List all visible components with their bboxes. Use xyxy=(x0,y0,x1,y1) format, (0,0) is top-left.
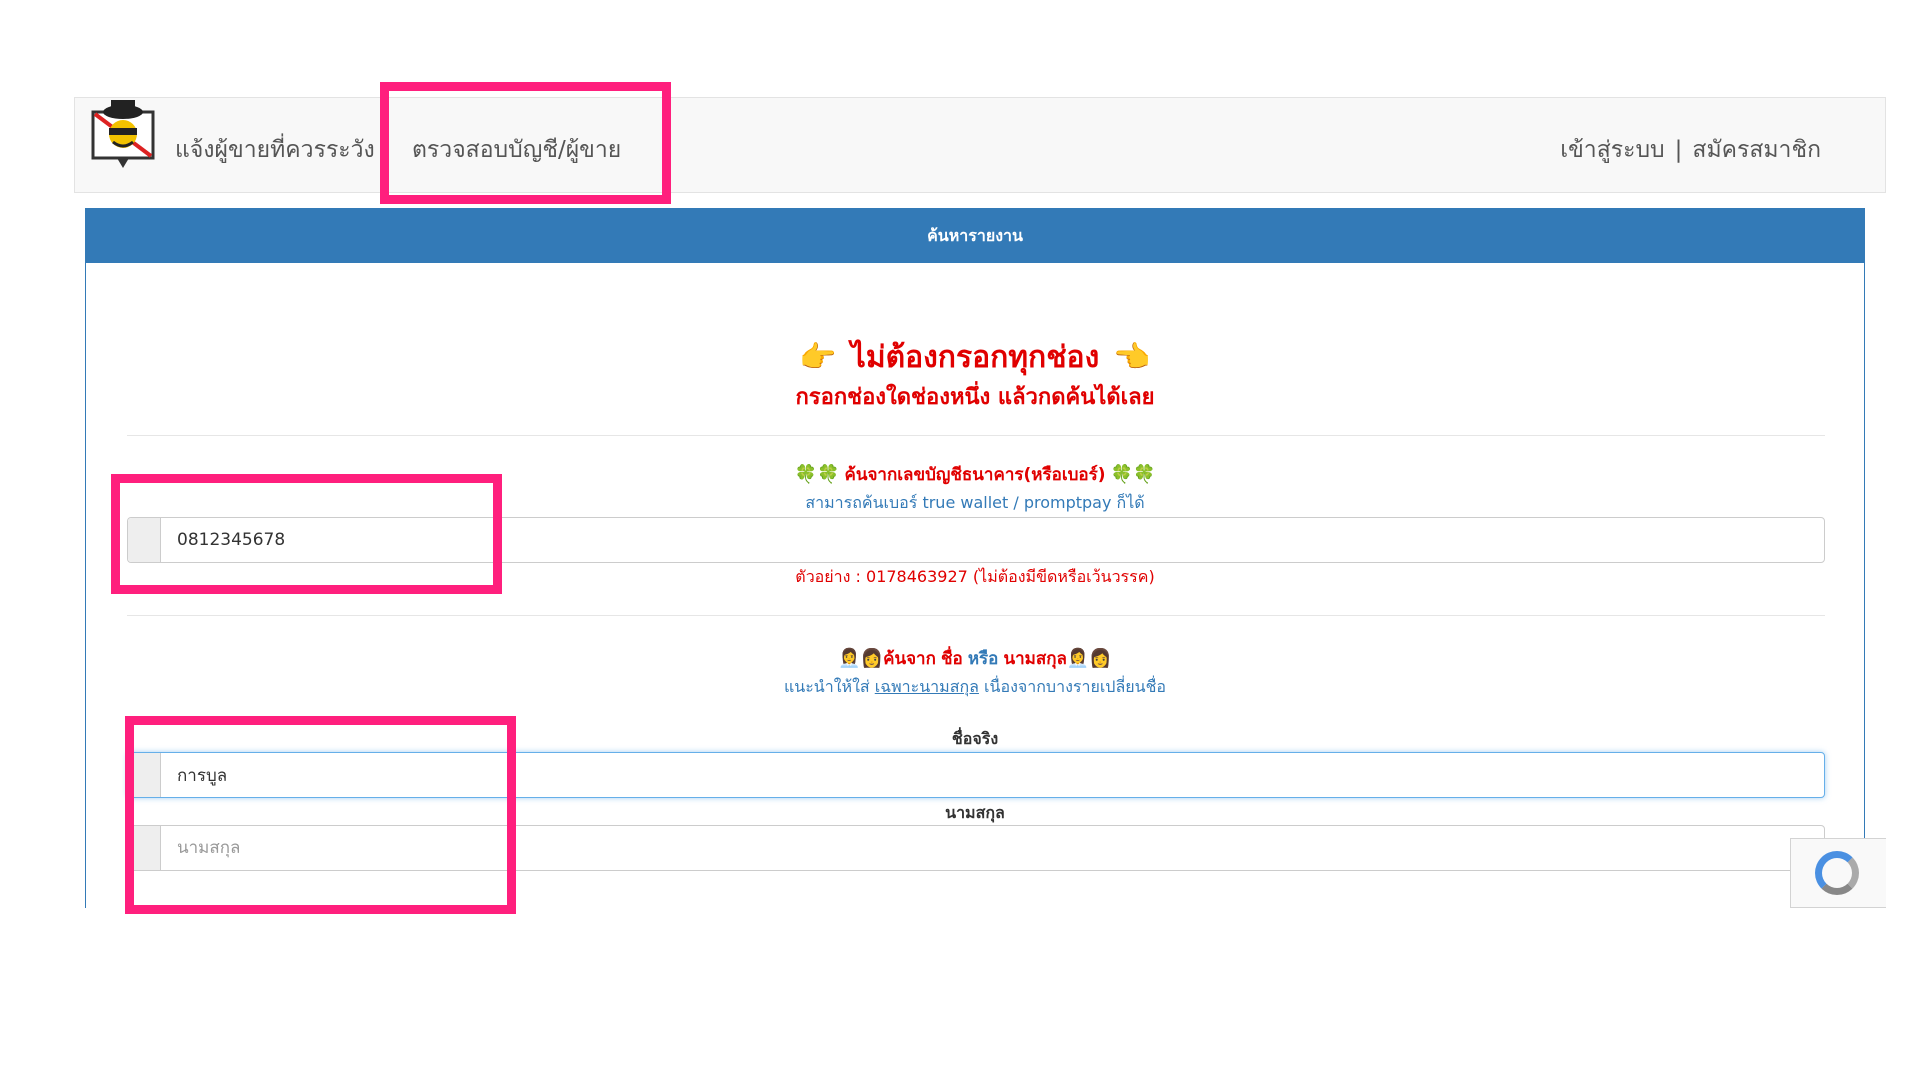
highlight-account-input xyxy=(111,474,502,594)
pointing-right-icon: 👉 xyxy=(799,340,837,375)
name-section-title: 👩‍💼👩ค้นจาก ชื่อ หรือ นามสกุล👩‍💼👩 xyxy=(86,645,1864,672)
people-icon: 👩‍💼👩 xyxy=(1066,648,1112,669)
brand-link[interactable]: แจ้งผู้ขายที่ควรระวัง xyxy=(175,132,375,168)
main-notice-text: ไม่ต้องกรอกทุกช่อง xyxy=(850,340,1100,375)
pointing-left-icon: 👈 xyxy=(1113,340,1151,375)
people-icon: 👩‍💼👩 xyxy=(838,648,884,669)
account-title-text: ค้นจากเลขบัญชีธนาคาร(หรือเบอร์) xyxy=(844,465,1106,485)
spy-logo-icon[interactable] xyxy=(87,98,159,170)
auth-links: เข้าสู่ระบบ | สมัครสมาชิก xyxy=(1560,132,1821,168)
top-navbar: แจ้งผู้ขายที่ควรระวัง ตรวจสอบบัญชี/ผู้ขา… xyxy=(74,97,1886,193)
highlight-check-link xyxy=(380,82,671,204)
recaptcha-icon xyxy=(1815,851,1859,895)
clover-icon: 🍀🍀 xyxy=(794,464,840,485)
clover-icon: 🍀🍀 xyxy=(1110,464,1156,485)
name-title-prefix: ค้นจาก xyxy=(883,649,936,669)
divider xyxy=(127,615,1825,616)
sub-notice: กรอกช่องใดช่องหนึ่ง แล้วกดค้นได้เลย xyxy=(795,385,1155,410)
highlight-name-inputs xyxy=(125,716,516,914)
surname-only-link[interactable]: เฉพาะนามสกุล xyxy=(875,677,979,696)
panel-heading: ค้นหารายงาน xyxy=(86,209,1864,263)
name-note-prefix: แนะนำให้ใส่ xyxy=(783,677,870,696)
nav-separator: | xyxy=(1674,137,1683,163)
recaptcha-badge[interactable] xyxy=(1790,838,1886,908)
name-title-first: ชื่อ xyxy=(940,649,963,669)
main-notice: 👉 ไม่ต้องกรอกทุกช่อง 👈 xyxy=(86,334,1864,381)
register-link[interactable]: สมัครสมาชิก xyxy=(1692,137,1821,163)
name-title-or: หรือ xyxy=(967,649,999,669)
login-link[interactable]: เข้าสู่ระบบ xyxy=(1560,137,1664,163)
name-note: แนะนำให้ใส่ เฉพาะนามสกุล เนื่องจากบางราย… xyxy=(86,675,1864,700)
name-note-suffix: เนื่องจากบางรายเปลี่ยนชื่อ xyxy=(984,677,1167,696)
name-title-last: นามสกุล xyxy=(1003,649,1067,669)
divider xyxy=(127,435,1825,436)
